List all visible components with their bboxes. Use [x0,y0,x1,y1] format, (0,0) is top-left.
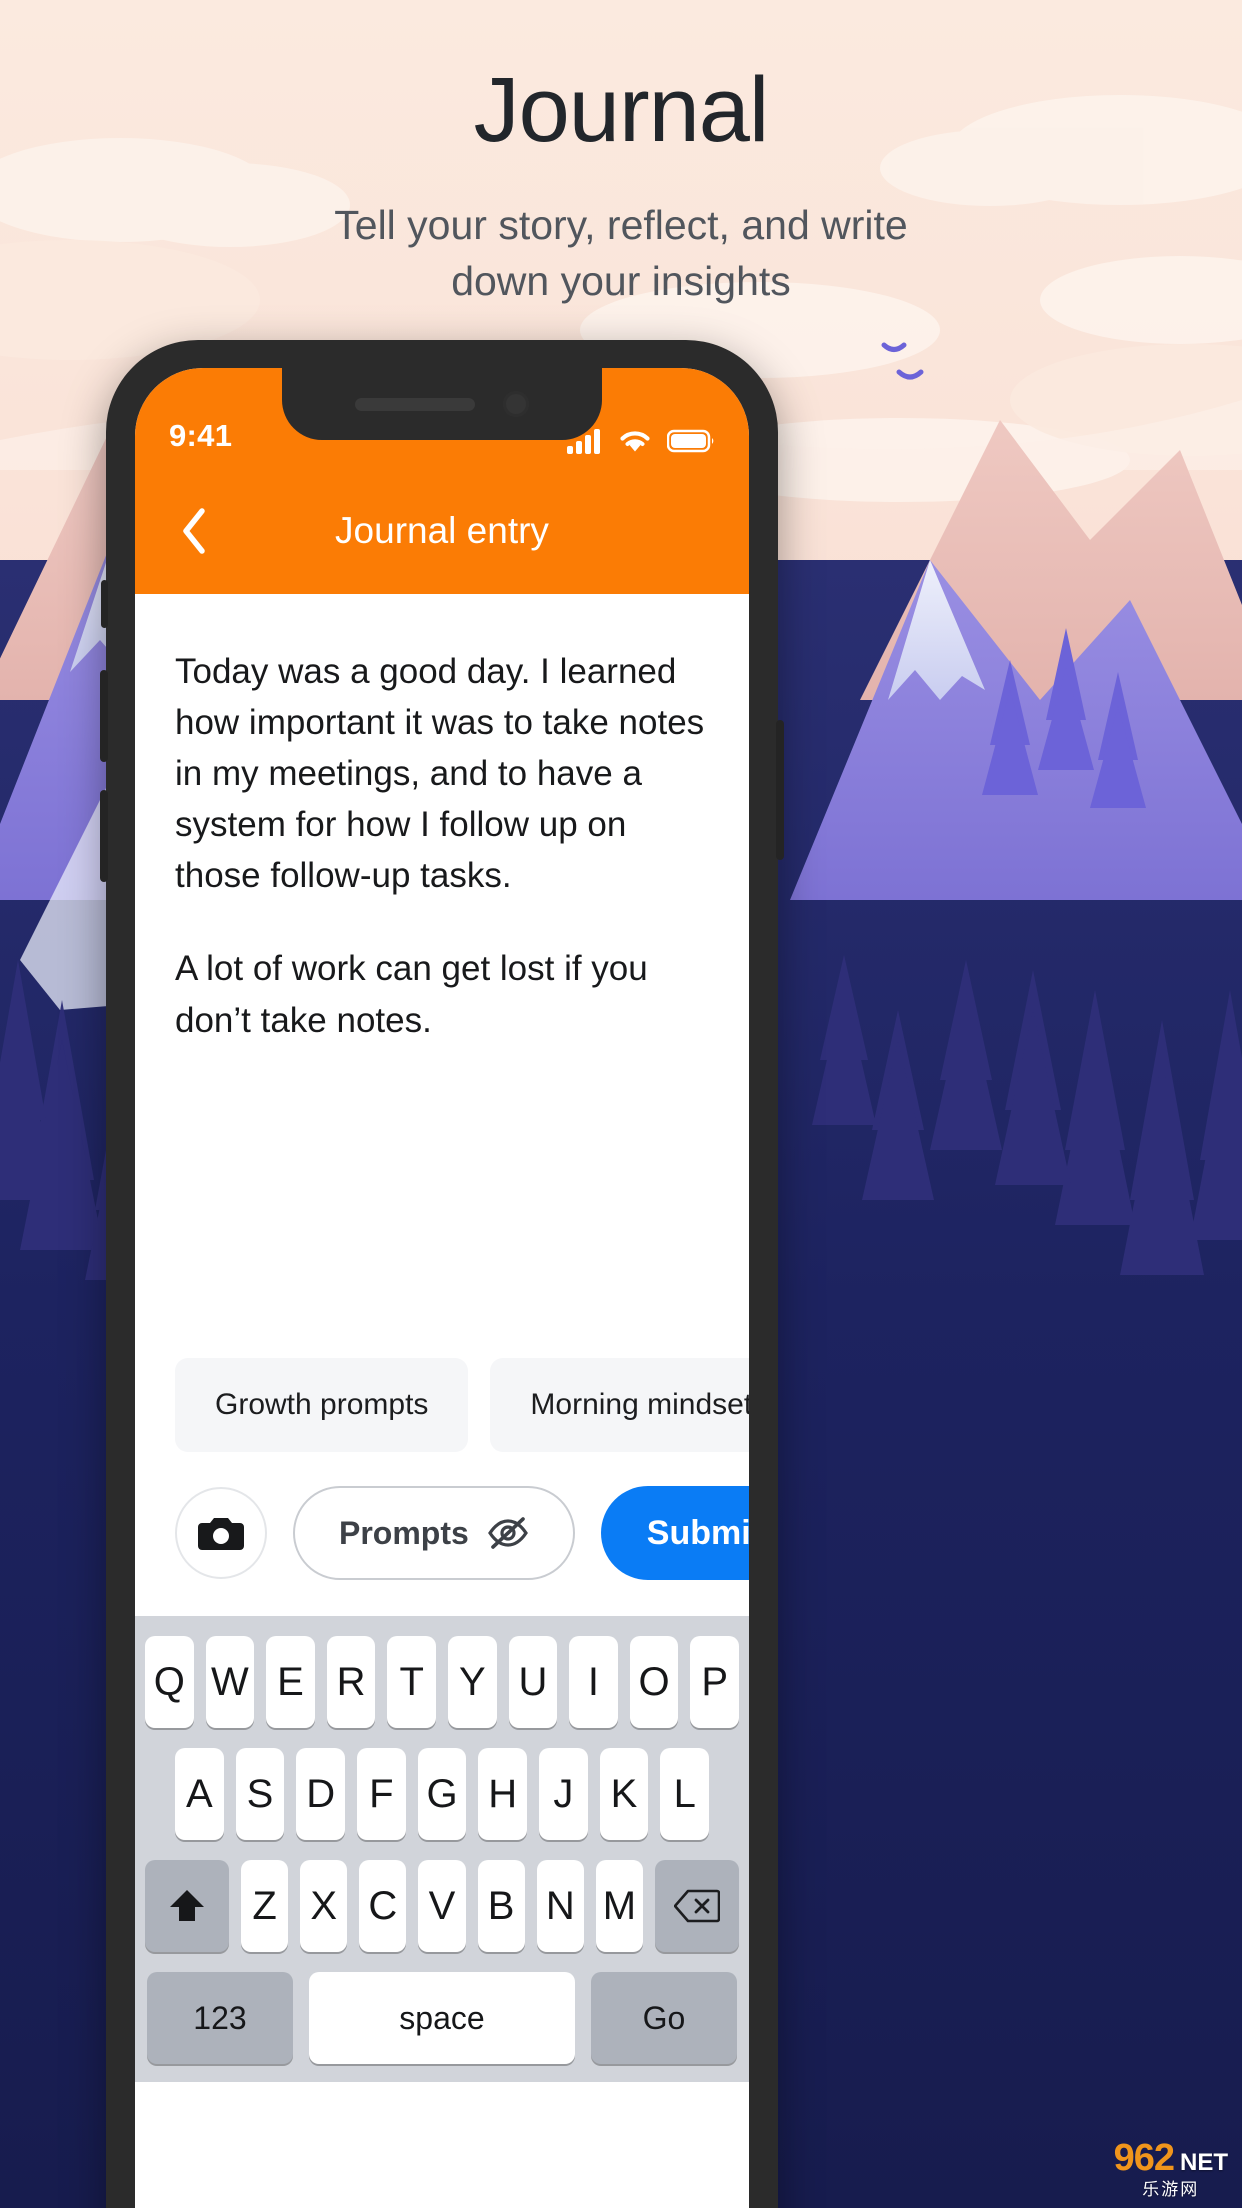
space-key[interactable]: space [309,1972,575,2064]
watermark-top: 962 NET [1114,2139,1228,2177]
key-x[interactable]: X [300,1860,348,1952]
eye-off-icon [487,1517,528,1549]
shift-key[interactable] [145,1860,229,1952]
power-button[interactable] [776,720,784,860]
volume-up-button[interactable] [100,670,108,762]
status-bar: 9:41 [135,368,749,468]
chevron-left-icon [183,508,205,554]
key-l[interactable]: L [660,1748,710,1840]
journal-paragraph-2: A lot of work can get lost if you don’t … [175,949,648,1040]
key-k[interactable]: K [599,1748,649,1840]
keyboard-row-2: A S D F G H J K L [145,1748,739,1840]
key-a[interactable]: A [174,1748,224,1840]
front-camera-icon [503,391,529,417]
hero-subtitle-line-2: down your insights [451,258,791,305]
key-m[interactable]: M [595,1860,643,1952]
key-d[interactable]: D [296,1748,345,1840]
key-w[interactable]: W [205,1636,255,1728]
hero-section: Journal Tell your story, reflect, and wr… [0,0,1242,310]
journal-paragraph-1: Today was a good day. I learned how impo… [175,652,705,896]
site-watermark: 962 NET 乐游网 [1114,2139,1228,2198]
key-h[interactable]: H [478,1748,528,1840]
key-e[interactable]: E [266,1636,315,1728]
prompt-chips-row[interactable]: Growth prompts Morning mindset Eve [135,1358,749,1452]
key-y[interactable]: Y [448,1636,497,1728]
key-t[interactable]: T [387,1636,436,1728]
keyboard-row-3: Z X C V B N M [145,1860,739,1952]
submit-button[interactable]: Submit [600,1486,749,1580]
battery-icon [667,429,714,453]
key-z[interactable]: Z [241,1860,289,1952]
phone-mockup: 9:41 Journal entry Today was a good day.… [100,340,784,2208]
keyboard-row-4: 123 space Go [145,1972,739,2064]
volume-down-button[interactable] [100,790,108,882]
key-q[interactable]: Q [145,1636,194,1728]
numbers-key[interactable]: 123 [147,1972,293,2064]
back-button[interactable] [165,502,223,560]
hero-subtitle: Tell your story, reflect, and write down… [0,197,1242,310]
key-b[interactable]: B [477,1860,525,1952]
key-f[interactable]: F [357,1748,406,1840]
journal-entry-textarea[interactable]: Today was a good day. I learned how impo… [135,594,749,1354]
phone-notch [282,368,602,440]
backspace-icon [673,1889,720,1923]
key-u[interactable]: U [508,1636,558,1728]
earpiece-speaker [355,397,475,411]
key-v[interactable]: V [418,1860,466,1952]
watermark-tld: NET [1180,2149,1228,2176]
status-icons [567,428,715,454]
prompts-label: Prompts [339,1514,469,1551]
submit-label: Submit [646,1513,749,1552]
key-j[interactable]: J [539,1748,588,1840]
virtual-keyboard[interactable]: Q W E R T Y U I O P A S D F G H J K L Z … [135,1616,749,2082]
hero-subtitle-line-1: Tell your story, reflect, and write [334,201,908,248]
key-g[interactable]: G [417,1748,467,1840]
watermark-subtitle: 乐游网 [1142,2180,1200,2199]
status-time: 9:41 [169,418,233,453]
phone-screen: 9:41 Journal entry Today was a good day.… [135,368,749,2208]
mute-switch[interactable] [101,580,108,628]
page-title: Journal [473,59,770,161]
action-bar: Prompts Submit [135,1452,749,1616]
wifi-icon [620,431,650,452]
watermark-brand: 962 [1113,2137,1175,2179]
app-header-title: Journal entry [335,510,549,551]
phone-bezel: 9:41 Journal entry Today was a good day.… [135,368,749,2208]
return-key[interactable]: Go [591,1972,737,2064]
prompt-chip-growth[interactable]: Growth prompts [175,1358,469,1452]
shift-up-icon [170,1890,204,1921]
backspace-key[interactable] [654,1860,739,1952]
phone-body: 9:41 Journal entry Today was a good day.… [100,340,784,2208]
camera-icon [198,1518,244,1550]
key-n[interactable]: N [536,1860,584,1952]
prompts-toggle-button[interactable]: Prompts [293,1486,575,1580]
key-o[interactable]: O [629,1636,679,1728]
key-i[interactable]: I [569,1636,618,1728]
key-c[interactable]: C [359,1860,407,1952]
key-r[interactable]: R [326,1636,376,1728]
prompt-chip-morning[interactable]: Morning mindset [490,1358,749,1452]
keyboard-row-1: Q W E R T Y U I O P [145,1636,739,1728]
key-p[interactable]: P [690,1636,739,1728]
app-header: Journal entry [135,468,749,594]
key-s[interactable]: S [235,1748,285,1840]
camera-button[interactable] [175,1487,267,1579]
